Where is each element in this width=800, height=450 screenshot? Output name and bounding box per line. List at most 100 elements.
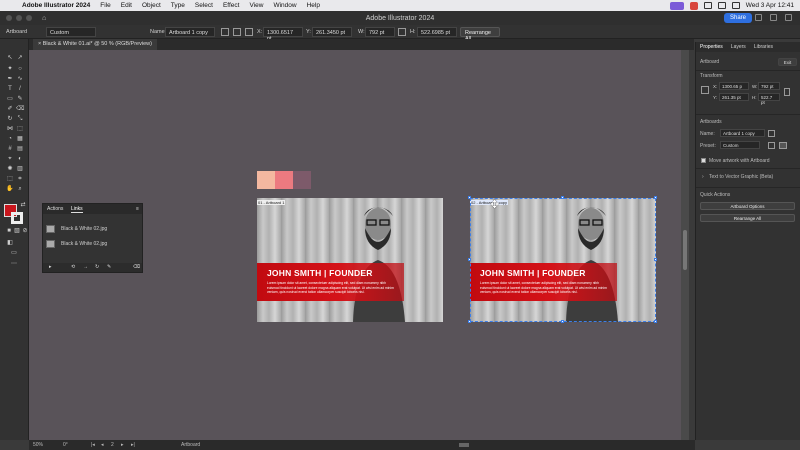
zoom-tool-icon[interactable]: ⌕ <box>16 186 24 193</box>
previous-artboard-icon[interactable]: ◂ <box>101 442 104 448</box>
free-transform-tool-icon[interactable]: ⬚ <box>16 126 24 133</box>
app-menu[interactable]: Adobe Illustrator 2024 <box>22 2 90 9</box>
hand-tool-icon[interactable]: ✋ <box>6 186 14 193</box>
artboard-1[interactable]: JOHN SMITH | FOUNDER Lorem ipsum dolor s… <box>257 198 443 322</box>
vertical-scroll-thumb[interactable] <box>683 230 687 270</box>
landscape-orientation-icon[interactable] <box>779 142 787 149</box>
link-item[interactable]: Black & White 02.jpg <box>46 239 107 249</box>
transform-h-field[interactable]: 522.7 pt <box>758 93 780 105</box>
resize-handle-b[interactable] <box>561 320 564 323</box>
resize-handle-tr[interactable] <box>654 196 657 199</box>
next-artboard-icon[interactable]: ▸ <box>121 442 124 448</box>
link-item[interactable]: Black & White 02.jpg <box>46 224 107 234</box>
x-field[interactable]: 1300.6517 pt <box>263 27 303 42</box>
transform-y-field[interactable]: 261.35 pt <box>719 93 749 101</box>
swatch-pink[interactable] <box>275 171 293 189</box>
battery-icon[interactable] <box>703 2 712 9</box>
y-field[interactable]: 261.3450 pt <box>312 27 352 37</box>
resize-handle-t[interactable] <box>561 196 564 199</box>
panel-menu-icon[interactable]: ≡ <box>136 206 139 212</box>
slice-tool-icon[interactable]: ⌗ <box>16 176 24 183</box>
relink-icon[interactable]: ⟲ <box>71 264 75 270</box>
discover-icon[interactable] <box>785 14 792 21</box>
artboard-options-icon[interactable] <box>768 130 775 137</box>
swatch-peach[interactable] <box>257 171 275 189</box>
status-app-icon[interactable] <box>689 1 698 10</box>
tab-links[interactable]: Links <box>71 206 83 213</box>
direct-selection-tool-icon[interactable]: ↗ <box>16 55 24 62</box>
selection-tool-icon[interactable]: ↖ <box>6 55 14 62</box>
w-field[interactable]: 792 pt <box>365 27 395 37</box>
menu-help[interactable]: Help <box>307 2 320 9</box>
stroke-color-swatch[interactable] <box>11 212 23 224</box>
link-proportions-icon[interactable] <box>784 88 790 96</box>
minimize-window-icon[interactable] <box>16 15 22 21</box>
expand-icon[interactable]: ▸ <box>49 264 52 270</box>
magic-wand-tool-icon[interactable]: ✦ <box>6 66 14 73</box>
swatch-mauve[interactable] <box>293 171 311 189</box>
reference-point-icon[interactable] <box>701 86 709 94</box>
preset-select[interactable]: Custom <box>720 141 760 149</box>
links-panel[interactable]: Actions Links ≡ Black & White 02.jpg Bla… <box>42 203 143 273</box>
resize-handle-l[interactable] <box>468 258 471 261</box>
move-artwork-checkbox[interactable] <box>701 158 706 163</box>
gradient-tool-icon[interactable]: ▤ <box>16 146 24 153</box>
transform-x-field[interactable]: 1300.65 p <box>719 82 749 90</box>
menu-effect[interactable]: Effect <box>223 2 240 9</box>
status-mode[interactable]: Artboard <box>181 442 200 448</box>
tab-libraries[interactable]: Libraries <box>754 44 773 50</box>
share-button[interactable]: Share <box>723 13 752 23</box>
rotation-view[interactable]: 0° <box>63 442 68 448</box>
rectangle-tool-icon[interactable]: ▭ <box>6 96 14 103</box>
reference-point-icon[interactable] <box>245 28 253 36</box>
shaper-tool-icon[interactable]: ✐ <box>6 106 14 113</box>
rearrange-all-button[interactable]: Rearrange All <box>460 27 500 42</box>
artboard-options-button[interactable]: Artboard Options <box>700 202 795 210</box>
rotate-tool-icon[interactable]: ↻ <box>6 116 14 123</box>
links-panel-header[interactable]: Actions Links ≡ <box>43 204 142 214</box>
artboard-1-label[interactable]: 01 - Artboard 1 <box>257 200 286 205</box>
control-center-icon[interactable] <box>731 2 740 9</box>
go-to-link-icon[interactable]: → <box>83 264 88 270</box>
artboard-name-field[interactable]: Artboard 1 copy <box>720 129 765 137</box>
horizontal-scroll-thumb[interactable] <box>459 443 469 447</box>
color-mode-icon[interactable]: ■ <box>5 228 13 235</box>
menu-edit[interactable]: Edit <box>121 2 132 9</box>
chevron-right-icon[interactable]: › <box>702 174 704 180</box>
last-artboard-icon[interactable]: ▸| <box>131 442 135 448</box>
resize-handle-bl[interactable] <box>468 320 471 323</box>
curvature-tool-icon[interactable]: ∿ <box>16 76 24 83</box>
scale-tool-icon[interactable]: ⤡ <box>16 116 24 123</box>
close-window-icon[interactable] <box>6 15 12 21</box>
tab-properties[interactable]: Properties <box>700 44 723 50</box>
gradient-mode-icon[interactable]: ▧ <box>13 228 21 235</box>
portrait-orientation-icon[interactable] <box>768 142 775 149</box>
screen-mode-icon[interactable]: ▭ <box>10 250 18 257</box>
menu-file[interactable]: File <box>100 2 110 9</box>
move-artwork-icon[interactable] <box>221 28 229 36</box>
update-link-icon[interactable]: ↻ <box>95 264 99 270</box>
menu-view[interactable]: View <box>249 2 263 9</box>
lasso-tool-icon[interactable]: ○ <box>16 66 24 73</box>
graph-tool-icon[interactable]: ▥ <box>16 166 24 173</box>
tab-actions[interactable]: Actions <box>47 206 63 212</box>
shape-builder-tool-icon[interactable]: ◔ <box>6 136 14 143</box>
artboard-selection-box[interactable] <box>470 198 656 322</box>
close-tab-icon[interactable]: × <box>38 41 41 47</box>
zoom-level[interactable]: 50% <box>33 442 43 448</box>
edit-original-icon[interactable]: ✎ <box>107 264 111 270</box>
clock[interactable]: Wed 3 Apr 12:41 <box>746 2 794 9</box>
artboard-number[interactable]: 2 <box>111 442 114 448</box>
artboard-options-icon[interactable] <box>233 28 241 36</box>
zoom-window-icon[interactable] <box>26 15 32 21</box>
artboard-tool-icon[interactable]: ⬚ <box>6 176 14 183</box>
artboard-name-field[interactable]: Artboard 1 copy <box>165 27 215 37</box>
mesh-tool-icon[interactable]: # <box>6 146 14 153</box>
h-field[interactable]: 522.6985 pt <box>417 27 457 37</box>
first-artboard-icon[interactable]: |◂ <box>91 442 95 448</box>
perspective-grid-tool-icon[interactable]: ▦ <box>16 136 24 143</box>
resize-handle-tl[interactable] <box>468 196 471 199</box>
rearrange-all-button[interactable]: Rearrange All <box>700 214 795 222</box>
document-tab[interactable]: × Black & White 01.ai* @ 50 % (RGB/Previ… <box>33 39 157 50</box>
line-tool-icon[interactable]: / <box>16 86 24 93</box>
